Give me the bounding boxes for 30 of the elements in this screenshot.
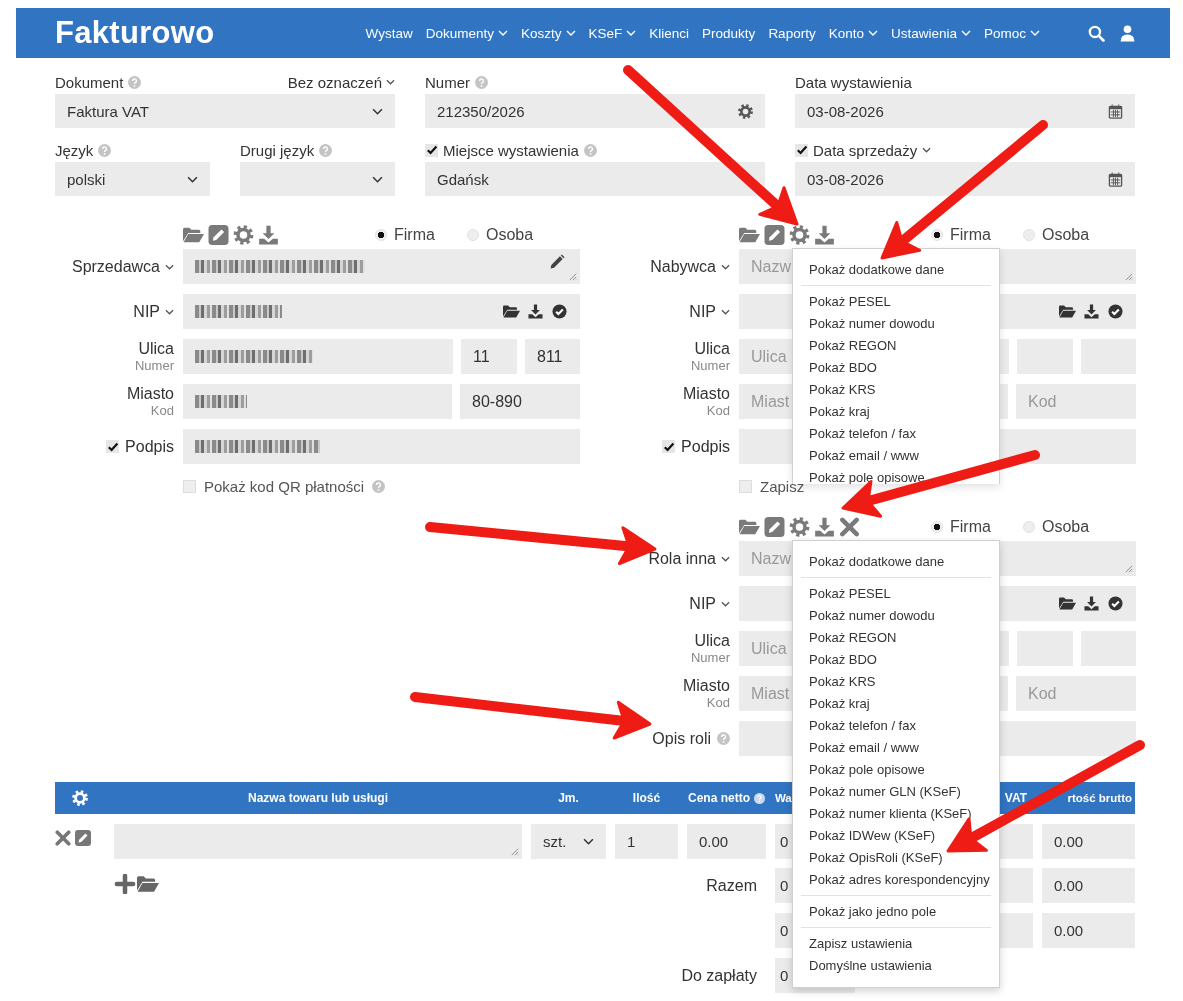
column-header: rtość brutto [1066, 792, 1133, 804]
field-label: Dokument [55, 73, 124, 91]
field-sublabel: Kod [706, 403, 730, 418]
field-sublabel: Kod [150, 403, 174, 418]
column-header: Nazwa towaru lub usługi [247, 791, 389, 805]
total-label: Do zapłaty [680, 966, 758, 985]
field-label: Podpis [681, 437, 730, 456]
field-label: Drugi język [240, 141, 315, 159]
field-label: Podpis [125, 437, 174, 456]
column-header: Cena netto [687, 791, 766, 805]
field-label: Miasto [682, 385, 730, 403]
field-sublabel: Numer [691, 358, 730, 373]
column-header: Ilość [631, 791, 662, 805]
field-label: Ulica [694, 340, 730, 358]
field-label: Ulica [138, 340, 174, 358]
column-header: Jm. [557, 791, 580, 805]
total-label: Razem [705, 876, 758, 895]
column-header: Wa [775, 792, 793, 804]
field-label: Miasto [682, 677, 730, 695]
field-sublabel: Numer [691, 650, 730, 665]
field-sublabel: Kod [706, 695, 730, 710]
field-label: Miasto [126, 385, 174, 403]
field-label: Język [55, 141, 94, 159]
field-label: Miejsce wystawienia [443, 141, 579, 159]
field-label: Data sprzedaży [813, 141, 918, 159]
field-label: Opis roli [652, 729, 711, 748]
field-label: Numer [425, 73, 470, 91]
field-label: Ulica [694, 632, 730, 650]
field-label: Data wystawienia [795, 73, 912, 91]
field-sublabel: Numer [135, 358, 174, 373]
